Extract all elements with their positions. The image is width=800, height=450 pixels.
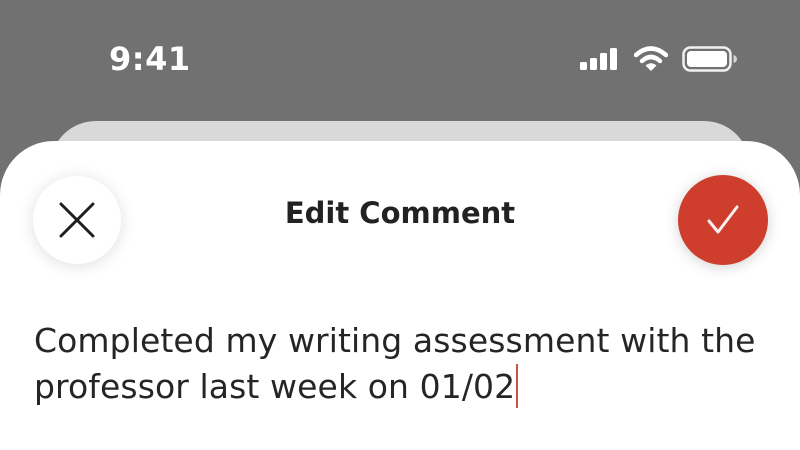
confirm-button[interactable] [678,175,768,265]
wifi-icon [634,46,668,71]
text-caret [516,364,519,408]
status-icons [580,44,738,74]
status-time: 9:41 [109,40,191,78]
cellular-signal-icon [580,48,617,70]
battery-icon [682,46,737,72]
comment-input[interactable]: Completed my writing assessment with the… [34,318,774,410]
comment-text-value: Completed my writing assessment with the… [34,321,756,406]
status-bar: 9:41 [0,0,800,110]
checkmark-icon [707,205,739,234]
